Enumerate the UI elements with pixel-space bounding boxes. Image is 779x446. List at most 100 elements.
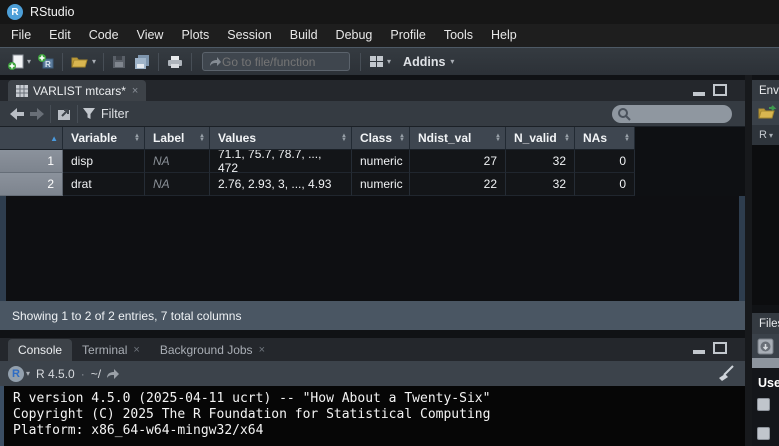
rstudio-window: R RStudio File Edit Code View Plots Sess… <box>0 0 779 446</box>
header-variable[interactable]: Variable▲▼ <box>63 127 145 150</box>
console-window-buttons <box>693 342 727 354</box>
variable-cell: drat <box>63 173 145 196</box>
menu-session[interactable]: Session <box>218 24 280 47</box>
tab-terminal[interactable]: Terminal× <box>72 339 150 361</box>
header-class[interactable]: Class▲▼ <box>352 127 410 150</box>
menu-profile[interactable]: Profile <box>381 24 434 47</box>
tab-label: Envi <box>759 85 779 97</box>
clear-console-icon[interactable] <box>717 365 735 382</box>
new-project-icon: R <box>37 53 55 71</box>
forward-arrow-icon[interactable] <box>28 107 46 121</box>
table-row[interactable]: 2 drat NA 2.76, 2.93, 3, ..., 4.93 numer… <box>0 173 635 196</box>
viewer-search-box[interactable] <box>612 105 732 123</box>
file-checkbox[interactable] <box>757 427 770 440</box>
filter-funnel-icon[interactable] <box>82 107 96 120</box>
console-line: R version 4.5.0 (2025-04-11 ucrt) -- "Ho… <box>13 391 745 407</box>
console-line: Copyright (C) 2025 The R Foundation for … <box>13 407 745 423</box>
rstudio-logo-icon: R <box>7 4 23 20</box>
maximize-pane-icon[interactable] <box>713 84 727 96</box>
header-n-valid[interactable]: N_valid▲▼ <box>506 127 575 150</box>
tab-close-icon[interactable]: × <box>259 344 265 356</box>
goto-directory-icon[interactable] <box>105 368 121 380</box>
header-label: Class <box>360 131 392 145</box>
row-number-cell: 2 <box>0 173 63 196</box>
toolbar-separator <box>360 53 361 71</box>
files-pane: Files User <box>752 313 779 446</box>
tab-varlist-mtcars[interactable]: VARLIST mtcars* × <box>8 80 146 101</box>
files-path-bar <box>752 358 779 368</box>
filter-button-label[interactable]: Filter <box>101 107 129 121</box>
new-file-icon <box>7 53 25 71</box>
tab-label: VARLIST mtcars* <box>33 84 126 98</box>
tab-environment[interactable]: Envi <box>752 80 779 101</box>
popout-window-icon[interactable] <box>55 106 73 121</box>
r-version-caret-icon[interactable]: ▾ <box>26 369 30 378</box>
sort-icons: ▲▼ <box>195 134 205 142</box>
back-arrow-icon[interactable] <box>8 107 26 121</box>
tab-close-icon[interactable]: × <box>133 344 139 356</box>
vertical-splitter[interactable] <box>745 75 752 446</box>
window-title: RStudio <box>30 5 74 19</box>
source-window-buttons <box>693 84 727 96</box>
search-icon <box>617 107 631 121</box>
minimize-pane-icon[interactable] <box>693 92 705 96</box>
save-button[interactable] <box>108 51 130 73</box>
menu-help[interactable]: Help <box>482 24 526 47</box>
values-cell: 71.1, 75.7, 78.7, ..., 472 <box>210 150 352 173</box>
header-ndist-val[interactable]: Ndist_val▲▼ <box>410 127 506 150</box>
header-rownum[interactable]: ▲ <box>0 127 63 150</box>
panes-layout-button[interactable]: ▾ <box>365 51 394 73</box>
console-output[interactable]: R version 4.5.0 (2025-04-11 ucrt) -- "Ho… <box>0 386 745 446</box>
open-file-button[interactable]: ▾ <box>67 51 99 73</box>
class-cell: numeric <box>352 173 410 196</box>
menu-tools[interactable]: Tools <box>435 24 482 47</box>
menu-debug[interactable]: Debug <box>327 24 382 47</box>
row-number-cell: 1 <box>0 150 63 173</box>
files-path-text: User <box>752 368 779 390</box>
menu-build[interactable]: Build <box>281 24 327 47</box>
goto-file-function-box[interactable] <box>202 52 350 71</box>
class-cell: numeric <box>352 150 410 173</box>
tab-label: Console <box>18 343 62 357</box>
working-directory-label[interactable]: ~/ <box>91 367 101 381</box>
menu-file[interactable]: File <box>2 24 40 47</box>
sort-icons: ▲▼ <box>395 134 405 142</box>
file-checkbox[interactable] <box>757 398 770 411</box>
menu-view[interactable]: View <box>128 24 173 47</box>
table-row[interactable]: 1 disp NA 71.1, 75.7, 78.7, ..., 472 num… <box>0 150 635 173</box>
header-nas[interactable]: NAs▲▼ <box>575 127 635 150</box>
goto-file-function-input[interactable] <box>222 55 332 69</box>
new-file-caret-icon: ▾ <box>27 57 31 66</box>
load-workspace-folder-icon[interactable] <box>757 105 777 121</box>
toolbar-separator <box>62 53 63 71</box>
minimize-pane-icon[interactable] <box>693 350 705 354</box>
environment-scope-selector[interactable]: R ▾ <box>752 125 779 145</box>
header-label: Label <box>153 131 184 145</box>
toolbar-separator <box>50 105 51 123</box>
new-file-button[interactable]: ▾ <box>4 51 34 73</box>
tab-background-jobs[interactable]: Background Jobs × <box>150 339 275 361</box>
header-label: Variable <box>71 131 117 145</box>
addins-button[interactable]: Addins ▾ <box>394 51 457 73</box>
tab-console[interactable]: Console <box>8 339 72 361</box>
tab-files[interactable]: Files <box>752 313 779 334</box>
label-cell: NA <box>145 150 210 173</box>
maximize-pane-icon[interactable] <box>713 342 727 354</box>
scope-caret-icon: ▾ <box>769 131 773 140</box>
menu-edit[interactable]: Edit <box>40 24 80 47</box>
new-blank-file-icon[interactable] <box>757 338 775 355</box>
sort-icons: ▲▼ <box>560 134 570 142</box>
tab-close-icon[interactable]: × <box>132 85 138 97</box>
print-button[interactable] <box>163 51 187 73</box>
menu-code[interactable]: Code <box>80 24 128 47</box>
header-label-col[interactable]: Label ▲▼ <box>145 127 210 150</box>
new-project-button[interactable]: R <box>34 51 58 73</box>
goto-arrow-icon <box>208 56 222 68</box>
scope-label: R <box>759 129 767 141</box>
r-version-logo-icon[interactable]: R <box>8 366 24 382</box>
save-all-button[interactable] <box>130 51 154 73</box>
tab-label: Background Jobs <box>160 343 253 357</box>
menu-plots[interactable]: Plots <box>172 24 218 47</box>
header-values[interactable]: Values▲▼ <box>210 127 352 150</box>
panes-caret-icon: ▾ <box>387 57 391 66</box>
